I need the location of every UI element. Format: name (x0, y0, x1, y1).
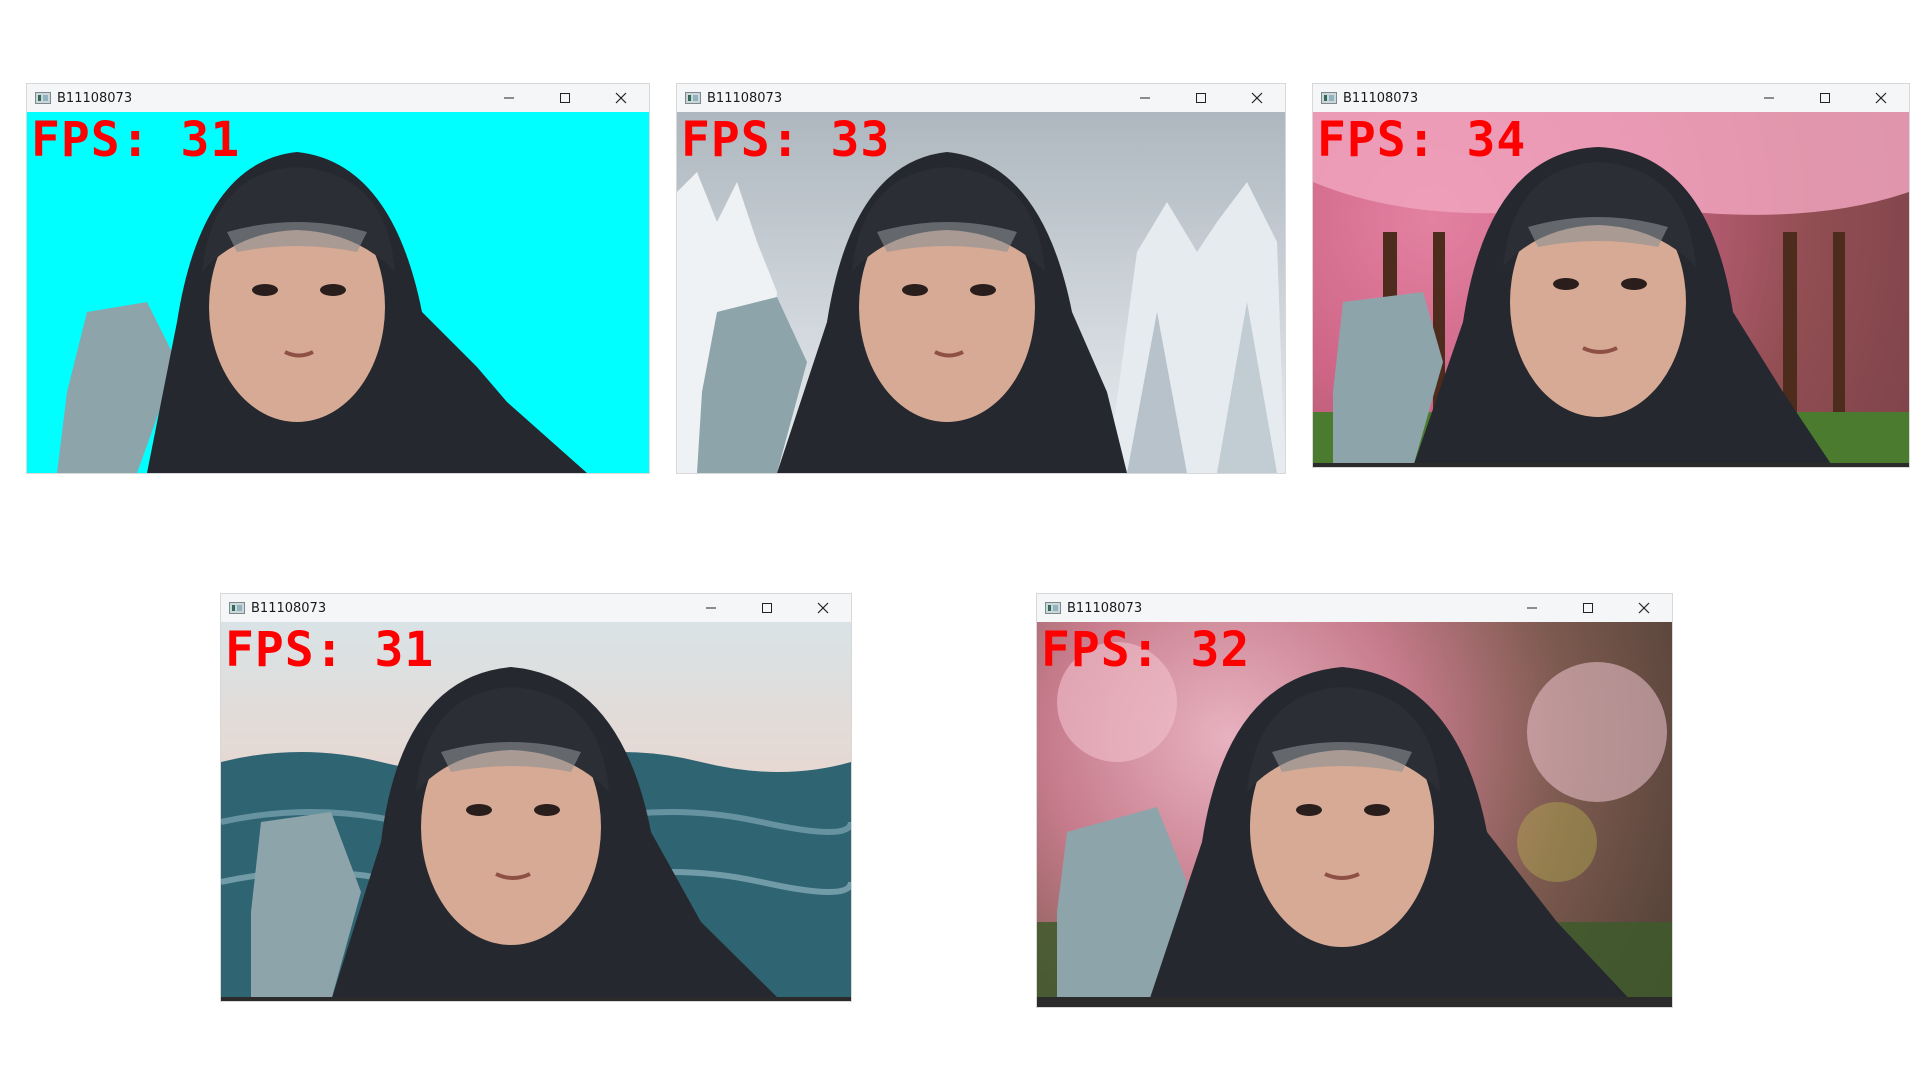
window-snow[interactable]: B11108073 FPS: 33 (677, 84, 1285, 473)
close-button[interactable] (1616, 594, 1672, 622)
fps-counter: FPS: 31 (225, 622, 435, 678)
app-icon (1321, 92, 1337, 104)
window-cyan[interactable]: B11108073 FPS: 31 (27, 84, 649, 473)
maximize-button[interactable] (537, 84, 593, 112)
close-icon (817, 602, 829, 614)
fps-counter: FPS: 33 (681, 112, 891, 168)
window-titlebar[interactable]: B11108073 (1313, 84, 1909, 112)
minimize-icon (706, 607, 716, 609)
app-icon (1045, 602, 1061, 614)
minimize-icon (1527, 607, 1537, 609)
window-bottom-strip (1037, 997, 1672, 1007)
maximize-icon (1820, 93, 1830, 103)
maximize-icon (560, 93, 570, 103)
window-titlebar[interactable]: B11108073 (677, 84, 1285, 112)
window-bottom-strip (1313, 463, 1909, 467)
camera-view: FPS: 34 (1313, 112, 1909, 467)
close-button[interactable] (1853, 84, 1909, 112)
person-silhouette (251, 667, 781, 1001)
minimize-button[interactable] (683, 594, 739, 622)
maximize-icon (1583, 603, 1593, 613)
maximize-button[interactable] (1797, 84, 1853, 112)
camera-view: FPS: 31 (221, 622, 851, 1001)
minimize-button[interactable] (1117, 84, 1173, 112)
minimize-icon (504, 97, 514, 99)
minimize-icon (1764, 97, 1774, 99)
window-cherry[interactable]: B11108073 FPS: 34 (1313, 84, 1909, 467)
minimize-button[interactable] (1741, 84, 1797, 112)
window-title: B11108073 (57, 90, 133, 106)
close-button[interactable] (1229, 84, 1285, 112)
camera-view: FPS: 31 (27, 112, 649, 473)
close-icon (1875, 92, 1887, 104)
close-button[interactable] (593, 84, 649, 112)
close-icon (1638, 602, 1650, 614)
maximize-icon (762, 603, 772, 613)
window-title: B11108073 (251, 600, 327, 616)
close-icon (1251, 92, 1263, 104)
fps-counter: FPS: 32 (1041, 622, 1251, 678)
camera-view: FPS: 33 (677, 112, 1285, 473)
maximize-button[interactable] (739, 594, 795, 622)
app-icon (685, 92, 701, 104)
minimize-icon (1140, 97, 1150, 99)
window-ocean[interactable]: B11108073 FPS: 31 (221, 594, 851, 1001)
app-icon (35, 92, 51, 104)
person-silhouette (1057, 667, 1637, 1007)
fps-counter: FPS: 34 (1317, 112, 1527, 168)
close-icon (615, 92, 627, 104)
window-titlebar[interactable]: B11108073 (221, 594, 851, 622)
minimize-button[interactable] (481, 84, 537, 112)
window-titlebar[interactable]: B11108073 (27, 84, 649, 112)
camera-view: FPS: 32 (1037, 622, 1672, 1007)
window-blur[interactable]: B11108073 FPS: 32 (1037, 594, 1672, 1007)
window-title: B11108073 (707, 90, 783, 106)
maximize-button[interactable] (1173, 84, 1229, 112)
window-bottom-strip (221, 997, 851, 1001)
app-icon (229, 602, 245, 614)
maximize-icon (1196, 93, 1206, 103)
window-title: B11108073 (1067, 600, 1143, 616)
maximize-button[interactable] (1560, 594, 1616, 622)
window-titlebar[interactable]: B11108073 (1037, 594, 1672, 622)
close-button[interactable] (795, 594, 851, 622)
fps-counter: FPS: 31 (31, 112, 241, 168)
minimize-button[interactable] (1504, 594, 1560, 622)
window-title: B11108073 (1343, 90, 1419, 106)
